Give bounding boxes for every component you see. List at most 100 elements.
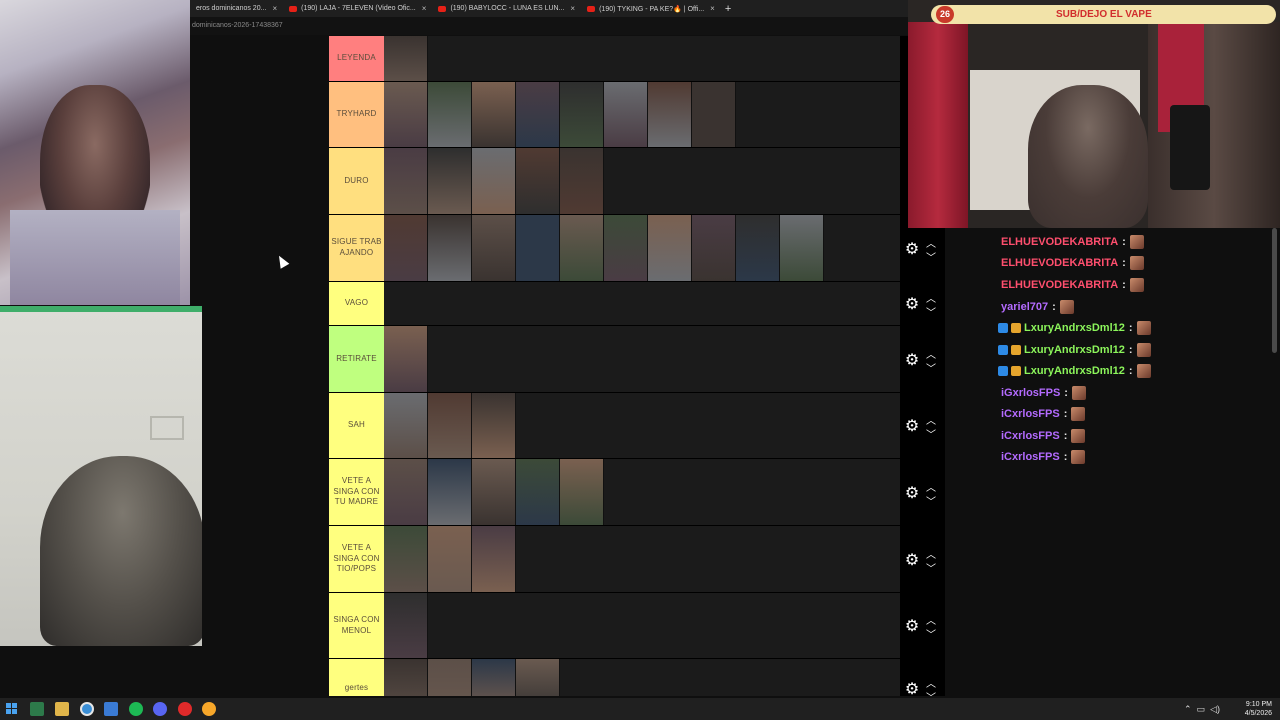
gear-icon[interactable]: ⚙ xyxy=(903,681,921,699)
network-icon[interactable]: ▭ xyxy=(1197,704,1206,715)
chevron-up-icon[interactable]: ︿ xyxy=(926,479,936,494)
tier-item-image[interactable] xyxy=(472,82,516,147)
chevron-up-icon[interactable]: ︿ xyxy=(926,546,936,561)
tier-item-image[interactable] xyxy=(692,82,736,147)
chat-username[interactable]: LxuryAndrxsDml12 xyxy=(1024,344,1125,356)
tier-item-image[interactable] xyxy=(648,215,692,281)
tier-item-image[interactable] xyxy=(472,659,516,696)
chat-username[interactable]: iGxrlosFPS xyxy=(1001,387,1060,399)
chevron-up-icon[interactable]: ︿ xyxy=(926,346,936,361)
tier-item-image[interactable] xyxy=(428,459,472,525)
tier-item-image[interactable] xyxy=(428,215,472,281)
gear-icon[interactable]: ⚙ xyxy=(903,552,921,570)
close-icon[interactable]: × xyxy=(422,4,427,13)
chevron-up-icon[interactable]: ︿ xyxy=(926,412,936,427)
tier-label[interactable]: VETE A SINGA CON TIO/POPS xyxy=(329,526,384,592)
volume-icon[interactable]: ◁) xyxy=(1210,704,1220,715)
tier-item-image[interactable] xyxy=(384,659,428,696)
chat-scrollbar[interactable] xyxy=(1272,228,1277,353)
chat-username[interactable]: iCxrlosFPS xyxy=(1001,408,1060,420)
chevron-down-icon[interactable]: ﹀ xyxy=(926,249,936,264)
spotify-icon[interactable] xyxy=(129,702,143,716)
gear-icon[interactable]: ⚙ xyxy=(903,296,921,314)
address-bar[interactable]: dominicanos-2026-17438367 xyxy=(190,17,908,35)
browser-tab[interactable]: (190) BABYLOCC - LUNA ES LUN... × xyxy=(432,0,581,17)
browser-tab[interactable]: eros dominicanos 20... × xyxy=(190,0,283,17)
tier-item-image[interactable] xyxy=(428,526,472,592)
close-icon[interactable]: × xyxy=(710,4,715,13)
tier-item-image[interactable] xyxy=(472,526,516,592)
discord-icon[interactable] xyxy=(153,702,167,716)
windows-start-icon[interactable] xyxy=(6,702,20,716)
chrome-icon[interactable] xyxy=(202,702,216,716)
chat-username[interactable]: iCxrlosFPS xyxy=(1001,451,1060,463)
new-tab-button[interactable]: + xyxy=(721,0,735,17)
close-icon[interactable]: × xyxy=(272,4,277,13)
chevron-up-icon[interactable]: ⌃ xyxy=(1184,704,1192,715)
gear-icon[interactable]: ⚙ xyxy=(903,618,921,636)
tier-item-image[interactable] xyxy=(780,215,824,281)
app-icon[interactable] xyxy=(30,702,44,716)
tier-item-image[interactable] xyxy=(560,82,604,147)
tier-item-image[interactable] xyxy=(516,459,560,525)
tier-label[interactable]: SAH xyxy=(329,393,384,458)
chevron-down-icon[interactable]: ﹀ xyxy=(926,560,936,575)
chat-username[interactable]: iCxrlosFPS xyxy=(1001,430,1060,442)
tier-item-image[interactable] xyxy=(384,526,428,592)
tier-item-image[interactable] xyxy=(428,82,472,147)
chevron-down-icon[interactable]: ﹀ xyxy=(926,360,936,375)
tier-item-image[interactable] xyxy=(560,148,604,214)
tier-item-image[interactable] xyxy=(560,215,604,281)
tier-item-image[interactable] xyxy=(384,82,428,147)
tier-item-image[interactable] xyxy=(736,215,780,281)
chevron-down-icon[interactable]: ﹀ xyxy=(926,493,936,508)
tier-item-image[interactable] xyxy=(648,82,692,147)
tier-item-image[interactable] xyxy=(516,148,560,214)
gear-icon[interactable]: ⚙ xyxy=(903,352,921,370)
chat-username[interactable]: ELHUEVODEKABRITA xyxy=(1001,257,1118,269)
clock[interactable]: 9:10 PM 4/5/2026 xyxy=(1245,700,1272,718)
tier-item-image[interactable] xyxy=(384,215,428,281)
gear-icon[interactable]: ⚙ xyxy=(903,241,921,259)
chat-username[interactable]: LxuryAndrxsDml12 xyxy=(1024,322,1125,334)
tier-item-image[interactable] xyxy=(472,393,516,458)
tier-item-image[interactable] xyxy=(516,215,560,281)
tier-item-image[interactable] xyxy=(428,659,472,696)
tier-item-image[interactable] xyxy=(384,393,428,458)
tier-item-image[interactable] xyxy=(472,459,516,525)
tier-item-image[interactable] xyxy=(384,36,428,81)
tier-item-image[interactable] xyxy=(692,215,736,281)
tier-item-image[interactable] xyxy=(560,459,604,525)
chevron-up-icon[interactable]: ︿ xyxy=(926,290,936,305)
browser-icon[interactable] xyxy=(80,702,94,716)
browser-tab[interactable]: (190) TYKING - PA KE?🔥 | Offi... × xyxy=(581,0,721,17)
tier-label[interactable]: DURO xyxy=(329,148,384,214)
record-icon[interactable] xyxy=(178,702,192,716)
tier-label[interactable]: SINGA CON MENOL xyxy=(329,593,384,658)
browser-tab[interactable]: (190) LAJA - 7ELEVEN (Video Ofic... × xyxy=(283,0,432,17)
tier-item-image[interactable] xyxy=(384,593,428,658)
chevron-up-icon[interactable]: ︿ xyxy=(926,675,936,690)
tier-item-image[interactable] xyxy=(428,393,472,458)
tier-item-image[interactable] xyxy=(472,148,516,214)
close-icon[interactable]: × xyxy=(570,4,575,13)
chevron-down-icon[interactable]: ﹀ xyxy=(926,426,936,441)
tier-label[interactable]: gertes xyxy=(329,659,384,696)
tier-item-image[interactable] xyxy=(604,215,648,281)
tier-label[interactable]: TRYHARD xyxy=(329,82,384,147)
tier-item-image[interactable] xyxy=(516,659,560,696)
tier-label[interactable]: VAGO xyxy=(329,282,384,325)
tier-item-image[interactable] xyxy=(516,82,560,147)
chat-username[interactable]: LxuryAndrxsDml12 xyxy=(1024,365,1125,377)
gear-icon[interactable]: ⚙ xyxy=(903,485,921,503)
chat-username[interactable]: ELHUEVODEKABRITA xyxy=(1001,279,1118,291)
tier-item-image[interactable] xyxy=(604,82,648,147)
chevron-up-icon[interactable]: ︿ xyxy=(926,235,936,250)
folder-icon[interactable] xyxy=(55,702,69,716)
tier-item-image[interactable] xyxy=(384,326,428,392)
store-icon[interactable] xyxy=(104,702,118,716)
tier-label[interactable]: VETE A SINGA CON TU MADRE xyxy=(329,459,384,525)
chevron-up-icon[interactable]: ︿ xyxy=(926,612,936,627)
tier-label[interactable]: RETIRATE xyxy=(329,326,384,392)
chat-username[interactable]: yariel707 xyxy=(1001,301,1048,313)
